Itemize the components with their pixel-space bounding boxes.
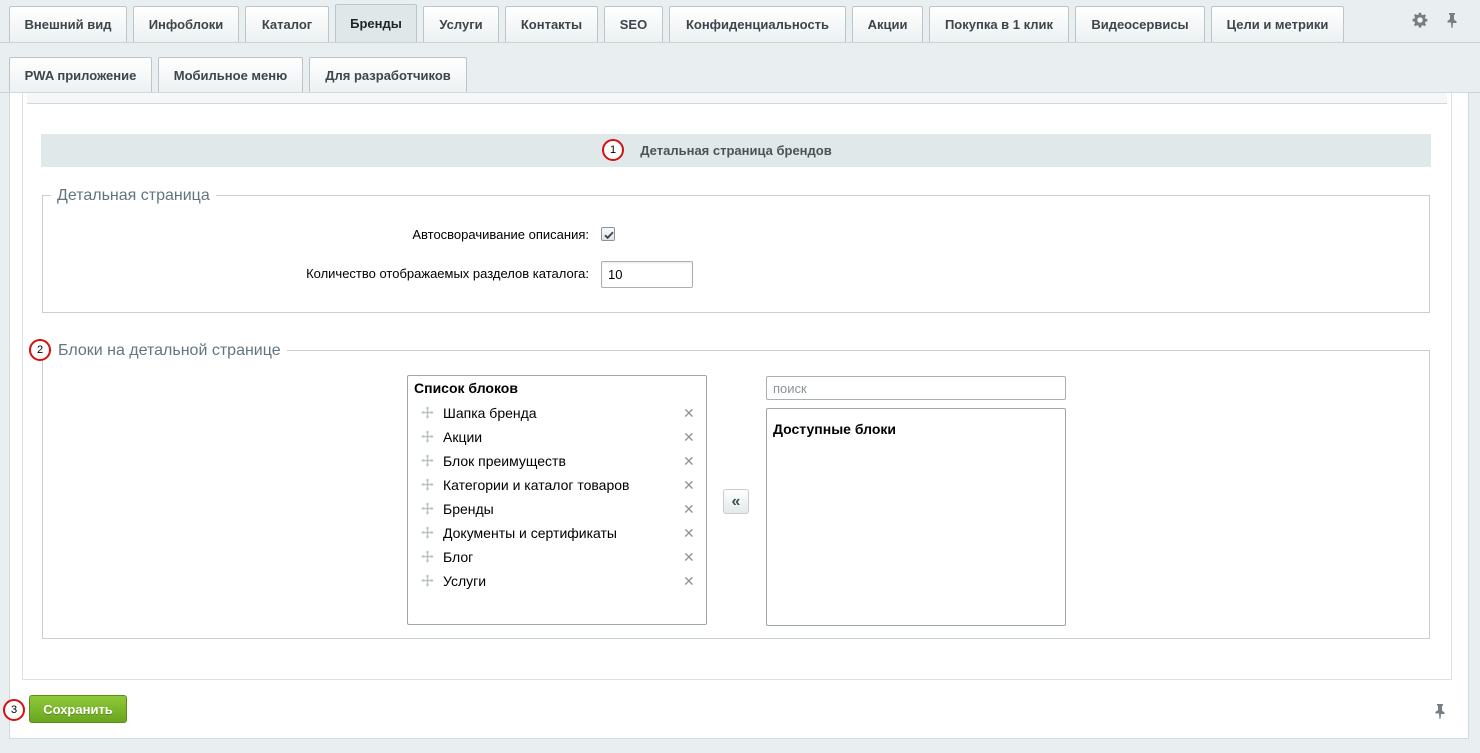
tab-pwa-app[interactable]: PWA приложение [9,57,152,92]
list-item-label: Услуги [443,573,487,589]
list-item[interactable]: Шапка бренда ✕ [408,402,706,426]
remove-icon[interactable]: ✕ [683,501,695,518]
tab-contacts[interactable]: Контакты [505,6,598,42]
tab-appearance[interactable]: Внешний вид [9,6,127,42]
tab-video-services[interactable]: Видеосервисы [1075,6,1205,42]
blocks-list[interactable]: Список блоков Шапка бренда ✕ Акции ✕ Бло… [407,375,707,625]
list-item-label: Категории и каталог товаров [443,477,630,493]
tab-mobile-menu[interactable]: Мобильное меню [158,57,303,92]
pin-icon[interactable] [1434,703,1446,723]
remove-icon[interactable]: ✕ [683,549,695,566]
fieldset-detail-page [42,195,1430,313]
gear-icon[interactable] [1412,12,1428,32]
drag-handle-icon[interactable] [421,406,434,419]
tab-bar-divider [0,42,1480,43]
search-input[interactable] [766,376,1066,400]
remove-icon[interactable]: ✕ [683,405,695,422]
list-item[interactable]: Акции ✕ [408,426,706,450]
drag-handle-icon[interactable] [421,478,434,491]
tab-developers[interactable]: Для разработчиков [309,57,467,92]
drag-handle-icon[interactable] [421,430,434,443]
tab-brands[interactable]: Бренды [335,4,417,42]
fieldset-legend-detail-blocks: Блоки на детальной странице [52,342,287,360]
checkmark-icon [604,231,614,240]
move-left-button[interactable]: « [723,489,749,514]
annotation-badge-3: 3 [3,699,25,721]
tab-one-click[interactable]: Покупка в 1 клик [929,6,1069,42]
remove-icon[interactable]: ✕ [683,573,695,590]
list-item[interactable]: Документы и сертификаты ✕ [408,522,706,546]
list-item[interactable]: Категории и каталог товаров ✕ [408,474,706,498]
tab-infoblocks[interactable]: Инфоблоки [133,6,239,42]
save-button[interactable]: Сохранить [29,695,127,723]
autocollapse-label: Автосворачивание описания: [412,227,589,242]
tab-catalog[interactable]: Каталог [245,6,329,42]
available-blocks-title: Доступные блоки [773,421,897,437]
remove-icon[interactable]: ✕ [683,477,695,494]
list-item[interactable]: Услуги ✕ [408,570,706,594]
tab-privacy[interactable]: Конфиденциальность [669,6,846,42]
list-item-label: Документы и сертификаты [443,525,617,541]
list-item-label: Блок преимуществ [443,453,566,469]
remove-icon[interactable]: ✕ [683,429,695,446]
sections-count-input[interactable] [601,261,693,288]
tab-seo[interactable]: SEO [604,6,663,42]
sections-count-label: Количество отображаемых разделов каталог… [306,266,589,281]
list-item-label: Шапка бренда [443,405,537,421]
tab-goals-metrics[interactable]: Цели и метрики [1211,6,1344,42]
pin-icon[interactable] [1446,12,1458,32]
drag-handle-icon[interactable] [421,454,434,467]
tab-services[interactable]: Услуги [423,6,499,42]
section-title: Детальная страница брендов [640,143,832,158]
tab-promotions[interactable]: Акции [852,6,923,42]
annotation-badge-1: 1 [602,139,624,161]
list-item[interactable]: Блок преимуществ ✕ [408,450,706,474]
list-item-label: Акции [443,429,483,445]
list-item-label: Бренды [443,501,494,517]
drag-handle-icon[interactable] [421,574,434,587]
drag-handle-icon[interactable] [421,550,434,563]
remove-icon[interactable]: ✕ [683,453,695,470]
remove-icon[interactable]: ✕ [683,525,695,542]
section-header-brand-detail: Детальная страница брендов [41,134,1431,167]
available-blocks-list[interactable]: Доступные блоки [766,408,1066,626]
list-item[interactable]: Блог ✕ [408,546,706,570]
drag-handle-icon[interactable] [421,526,434,539]
fieldset-legend-detail-page: Детальная страница [51,187,216,205]
list-item-label: Блог [443,549,474,565]
drag-handle-icon[interactable] [421,502,434,515]
blocks-list-title: Список блоков [414,380,518,396]
scrolled-section-remnant [27,93,1447,104]
autocollapse-checkbox[interactable] [601,227,615,241]
primary-tab-bar: Внешний вид Инфоблоки Каталог Бренды Усл… [0,0,1480,43]
annotation-badge-2: 2 [29,339,51,361]
list-item[interactable]: Бренды ✕ [408,498,706,522]
